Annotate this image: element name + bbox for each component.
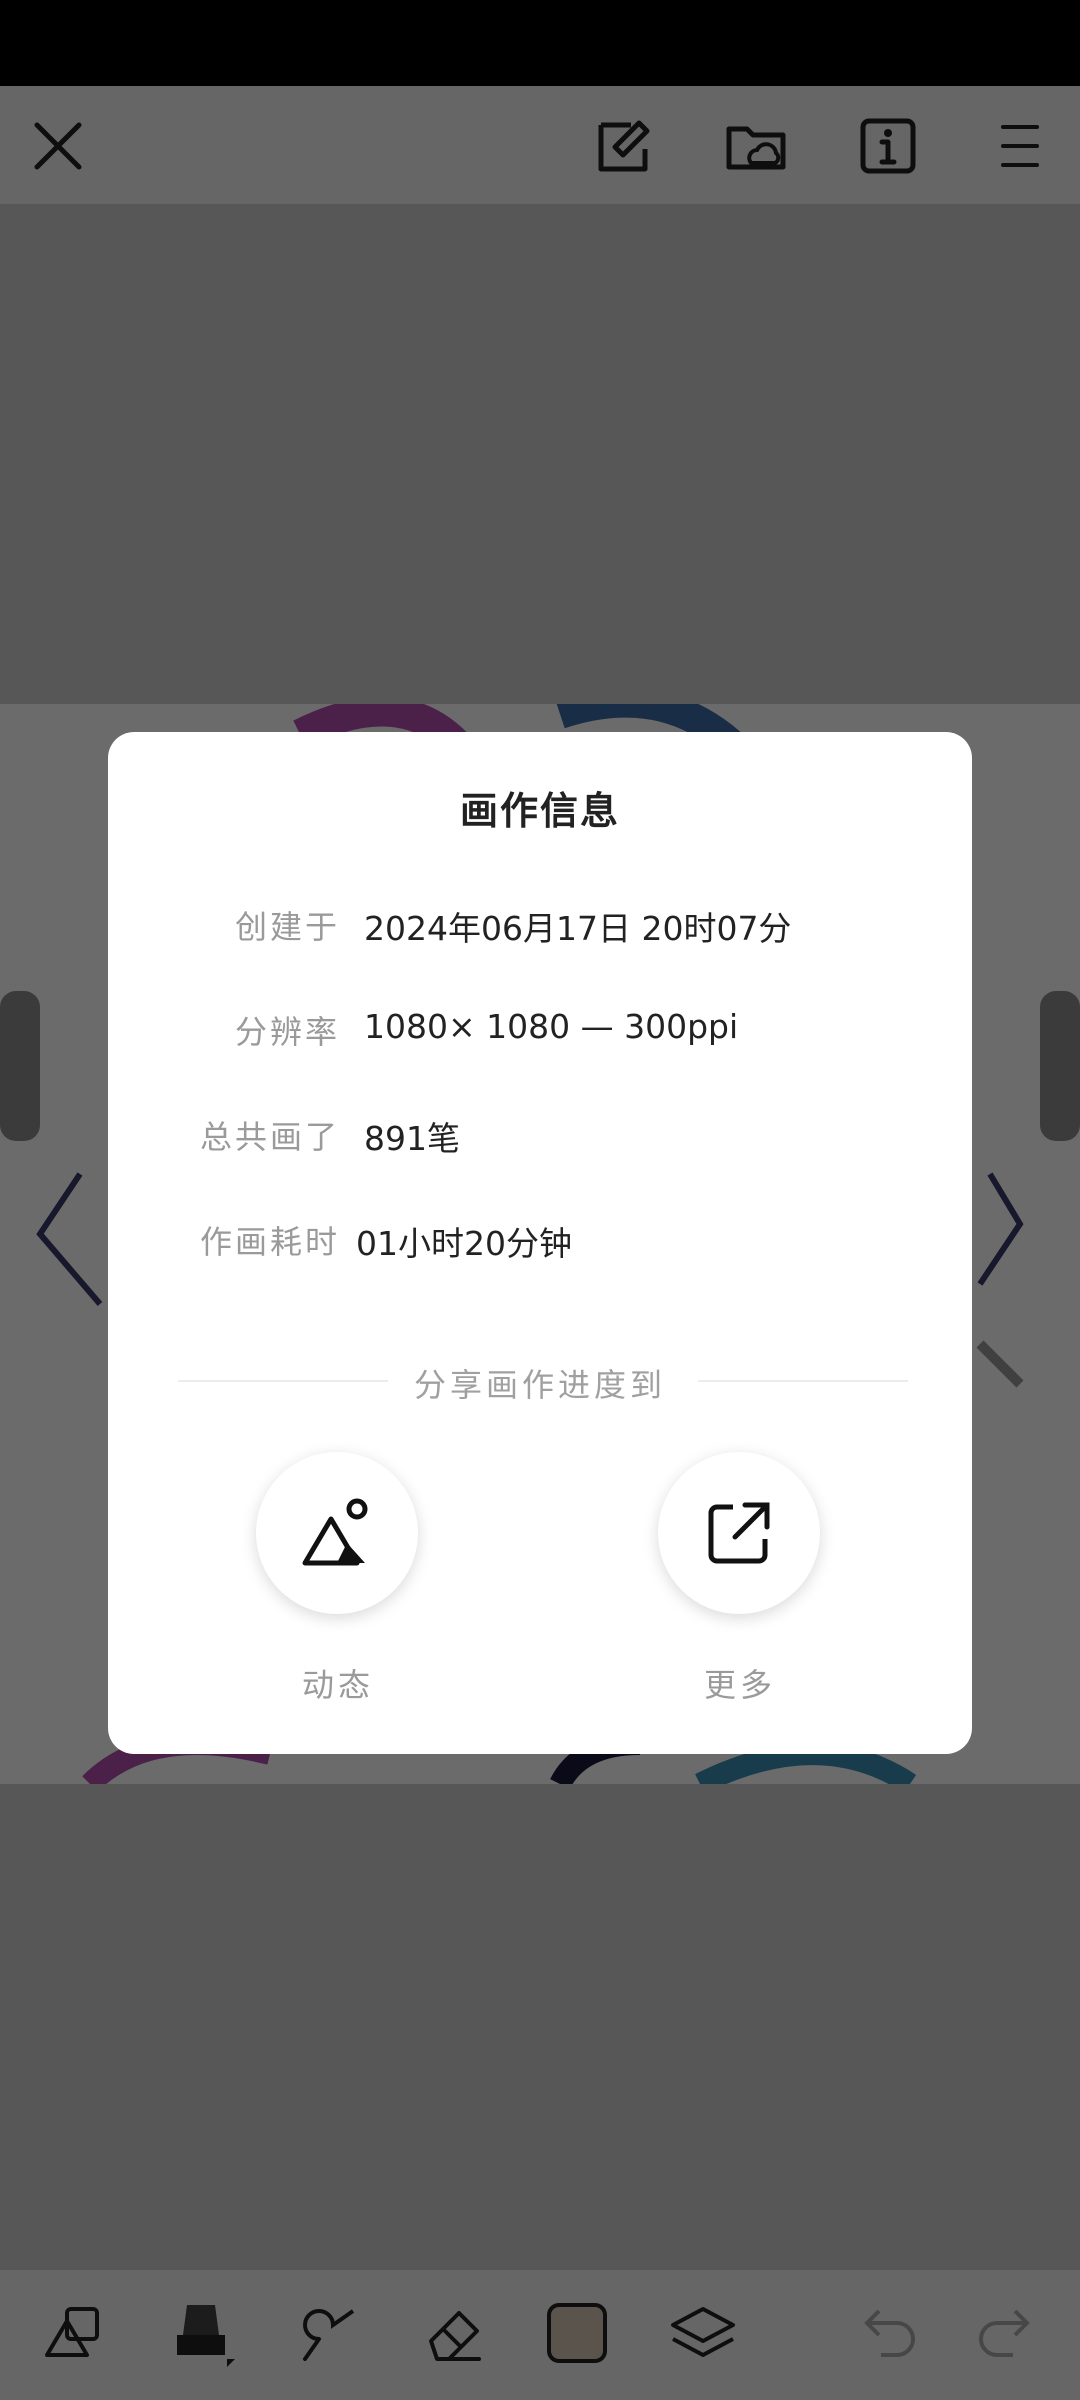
created-row: 创建于 2024年06月17日 20时07分 bbox=[108, 902, 972, 952]
resolution-value: 1080× 1080 — 300ppi bbox=[364, 1007, 739, 1046]
stroke-count-label: 总共画了 bbox=[199, 1118, 340, 1156]
drawing-time-value: 01小时20分钟 bbox=[356, 1224, 572, 1263]
share-to-moments-button[interactable]: 动态 bbox=[238, 1452, 438, 1712]
resolution-row: 分辨率 1080× 1080 — 300ppi bbox=[108, 1007, 972, 1057]
created-label: 创建于 bbox=[234, 908, 340, 946]
status-bar bbox=[0, 0, 1080, 86]
stroke-count-value: 891笔 bbox=[364, 1119, 460, 1158]
external-share-icon bbox=[708, 1502, 770, 1564]
stroke-count-row: 总共画了 891笔 bbox=[108, 1112, 972, 1162]
share-more-label: 更多 bbox=[703, 1666, 776, 1704]
share-section-title: 分享画作进度到 bbox=[413, 1366, 666, 1404]
dialog-title: 画作信息 bbox=[459, 789, 620, 833]
share-more-button[interactable]: 更多 bbox=[640, 1452, 840, 1712]
artwork-info-dialog: 画作信息 创建于 2024年06月17日 20时07分 分辨率 1080× 10… bbox=[108, 732, 972, 1754]
share-more-circle[interactable] bbox=[658, 1452, 820, 1614]
share-divider-right bbox=[698, 1380, 908, 1382]
drawing-time-row: 作画耗时 01小时20分钟 bbox=[108, 1217, 972, 1267]
share-moments-label: 动态 bbox=[301, 1666, 374, 1704]
resolution-label: 分辨率 bbox=[234, 1013, 340, 1051]
share-moments-circle[interactable] bbox=[256, 1452, 418, 1614]
mountain-image-icon bbox=[302, 1498, 368, 1566]
drawing-time-label: 作画耗时 bbox=[199, 1223, 340, 1261]
created-value: 2024年06月17日 20时07分 bbox=[364, 909, 792, 948]
